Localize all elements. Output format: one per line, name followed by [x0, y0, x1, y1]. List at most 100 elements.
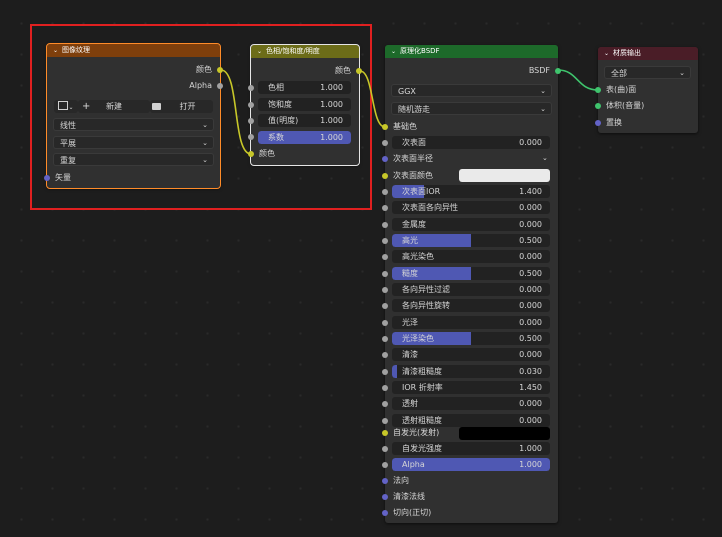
param-field[interactable]: 各向异性旋转 0.000	[392, 299, 550, 312]
displacement-socket[interactable]	[595, 120, 601, 126]
tangent-socket[interactable]	[382, 510, 388, 516]
param-socket[interactable]	[382, 303, 388, 309]
collapse-chevron-icon[interactable]: ⌄	[604, 47, 609, 60]
factor-socket[interactable]	[248, 134, 254, 140]
alpha-label: Alpha	[402, 460, 425, 469]
link-hsv-to-bsdf	[359, 70, 386, 128]
param-field[interactable]: 高光染色 0.000	[392, 250, 550, 263]
material-output-header[interactable]: ⌄ 材质输出	[598, 47, 698, 60]
emission-strength-field[interactable]: 自发光强度 1.000	[392, 442, 550, 455]
material-output-node[interactable]: ⌄ 材质输出 全部 ⌄ 表(曲)面 体积(音量) 置换	[595, 47, 698, 133]
param-field[interactable]: 光泽染色 0.500	[392, 332, 550, 345]
principled-bsdf-node[interactable]: ⌄ 原理化BSDF BSDF GGX ⌄ 随机游走 ⌄ 基础色 次表面 0.000 次表…	[382, 45, 561, 523]
base-color-socket[interactable]	[382, 124, 388, 130]
subsurface-method-dropdown[interactable]: 随机游走 ⌄	[391, 102, 552, 115]
subsurface-radius-label: 次表面半径	[393, 154, 433, 163]
output-color-label: 颜色	[196, 65, 212, 74]
emission-color-swatch[interactable]	[459, 427, 550, 440]
image-texture-node[interactable]: ⌄ 图像纹理 颜色 Alpha ⌄ + 新建 打开 线性 ⌄ 平展 ⌄ 重复 ⌄ 矢量	[44, 43, 223, 189]
collapse-chevron-icon[interactable]: ⌄	[53, 44, 58, 57]
subsurface-field[interactable]: 次表面 0.000	[392, 136, 550, 149]
interpolation-dropdown[interactable]: 线性 ⌄	[53, 118, 214, 131]
new-image-button[interactable]: + 新建	[78, 100, 150, 113]
chevron-down-icon: ⌄	[202, 121, 208, 129]
collapse-chevron-icon[interactable]: ⌄	[257, 45, 262, 58]
chevron-down-icon[interactable]: ⌄	[542, 152, 553, 165]
param-field[interactable]: IOR 折射率 1.450	[392, 381, 550, 394]
emission-strength-socket[interactable]	[382, 446, 388, 452]
bsdf-title: 原理化BSDF	[400, 47, 440, 55]
distribution-value: GGX	[398, 87, 416, 96]
param-socket[interactable]	[382, 254, 388, 260]
output-color-socket[interactable]	[217, 67, 223, 73]
param-label: 各向异性过滤	[402, 285, 450, 294]
target-dropdown[interactable]: 全部 ⌄	[604, 66, 691, 79]
saturation-socket[interactable]	[248, 102, 254, 108]
emission-socket[interactable]	[382, 430, 388, 436]
factor-field[interactable]: 系数 1.000	[258, 131, 351, 144]
subsurface-socket[interactable]	[382, 140, 388, 146]
clearcoat-normal-socket[interactable]	[382, 494, 388, 500]
param-field[interactable]: 透射 0.000	[392, 397, 550, 410]
param-socket[interactable]	[382, 369, 388, 375]
distribution-dropdown[interactable]: GGX ⌄	[391, 84, 552, 97]
image-browse-button[interactable]: ⌄	[54, 100, 78, 113]
open-image-button[interactable]: 打开	[150, 100, 213, 113]
param-field[interactable]: 金属度 0.000	[392, 218, 550, 231]
chevron-down-icon: ⌄	[679, 69, 685, 77]
alpha-socket[interactable]	[382, 462, 388, 468]
value-field[interactable]: 值(明度) 1.000	[258, 114, 351, 127]
projection-dropdown[interactable]: 平展 ⌄	[53, 136, 214, 149]
param-field[interactable]: 清漆粗糙度 0.030	[392, 365, 550, 378]
param-value: 0.500	[519, 334, 542, 343]
surface-socket[interactable]	[595, 87, 601, 93]
normal-socket[interactable]	[382, 478, 388, 484]
param-socket[interactable]	[382, 238, 388, 244]
subsurface-radius-socket[interactable]	[382, 156, 388, 162]
hue-saturation-value-node[interactable]: ⌄ 色相/饱和度/明度 颜色 色相 1.000 饱和度 1.000 值(明度) 1.00…	[248, 44, 362, 166]
param-socket[interactable]	[382, 222, 388, 228]
image-texture-header[interactable]: ⌄ 图像纹理	[47, 44, 220, 57]
subsurface-color-socket[interactable]	[382, 173, 388, 179]
hsv-header[interactable]: ⌄ 色相/饱和度/明度	[251, 45, 359, 58]
param-socket[interactable]	[382, 189, 388, 195]
bsdf-header[interactable]: ⌄ 原理化BSDF	[385, 45, 558, 58]
image-icon	[58, 101, 69, 110]
hsv-input-color-socket[interactable]	[248, 151, 254, 157]
saturation-field[interactable]: 饱和度 1.000	[258, 98, 351, 111]
bsdf-output-socket[interactable]	[555, 68, 561, 74]
output-alpha-socket[interactable]	[217, 83, 223, 89]
param-field[interactable]: 光泽 0.000	[392, 316, 550, 329]
alpha-field[interactable]: Alpha 1.000	[392, 458, 550, 471]
param-field[interactable]: 各向异性过滤 0.000	[392, 283, 550, 296]
param-socket[interactable]	[382, 385, 388, 391]
hue-field[interactable]: 色相 1.000	[258, 81, 351, 94]
value-socket[interactable]	[248, 118, 254, 124]
param-field[interactable]: 清漆 0.000	[392, 348, 550, 361]
hsv-output-color-label: 颜色	[335, 66, 351, 75]
param-socket[interactable]	[382, 271, 388, 277]
param-socket[interactable]	[382, 320, 388, 326]
param-field[interactable]: 次表面各向异性 0.000	[392, 201, 550, 214]
param-socket[interactable]	[382, 287, 388, 293]
collapse-chevron-icon[interactable]: ⌄	[391, 45, 396, 58]
normal-label: 法向	[393, 476, 409, 485]
input-vector-socket[interactable]	[44, 175, 50, 181]
param-field[interactable]: 糙度 0.500	[392, 267, 550, 280]
hue-socket[interactable]	[248, 85, 254, 91]
param-socket[interactable]	[382, 352, 388, 358]
subsurface-color-swatch[interactable]	[459, 169, 550, 182]
volume-socket[interactable]	[595, 103, 601, 109]
alpha-value: 1.000	[519, 460, 542, 469]
param-field[interactable]: 高光 0.500	[392, 234, 550, 247]
output-alpha-label: Alpha	[189, 81, 212, 90]
param-socket[interactable]	[382, 401, 388, 407]
extension-dropdown[interactable]: 重复 ⌄	[53, 153, 214, 166]
hsv-output-color-socket[interactable]	[356, 68, 362, 74]
param-label: 金属度	[402, 220, 426, 229]
param-socket[interactable]	[382, 418, 388, 424]
param-socket[interactable]	[382, 336, 388, 342]
param-label: 光泽	[402, 318, 418, 327]
param-socket[interactable]	[382, 205, 388, 211]
param-field[interactable]: 次表面IOR 1.400	[392, 185, 550, 198]
